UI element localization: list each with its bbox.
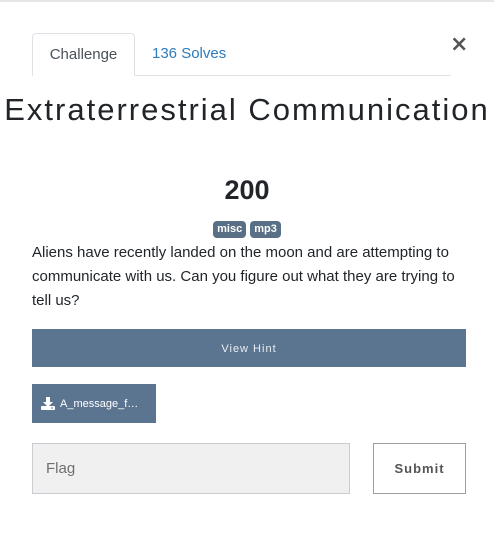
file-download-button[interactable]: A_message_f… — [32, 384, 156, 423]
tag-badge: misc — [213, 221, 247, 238]
tag-badge: mp3 — [250, 221, 281, 238]
file-name-label: A_message_f… — [60, 397, 139, 410]
close-icon[interactable]: × — [450, 33, 468, 57]
challenge-description: Aliens have recently landed on the moon … — [32, 244, 455, 309]
flag-input[interactable] — [32, 443, 350, 494]
submit-button[interactable]: Submit — [373, 443, 466, 494]
view-hint-button[interactable]: View Hint — [32, 329, 466, 367]
tag-list: misc mp3 — [0, 221, 494, 238]
tab-bar: Challenge 136 Solves — [32, 33, 451, 76]
tab-solves[interactable]: 136 Solves — [152, 33, 226, 74]
challenge-value: 200 — [224, 175, 270, 205]
challenge-title: Extraterrestrial Communication — [4, 92, 490, 127]
download-icon — [41, 397, 55, 410]
top-border — [0, 0, 494, 2]
tab-challenge[interactable]: Challenge — [32, 33, 135, 76]
